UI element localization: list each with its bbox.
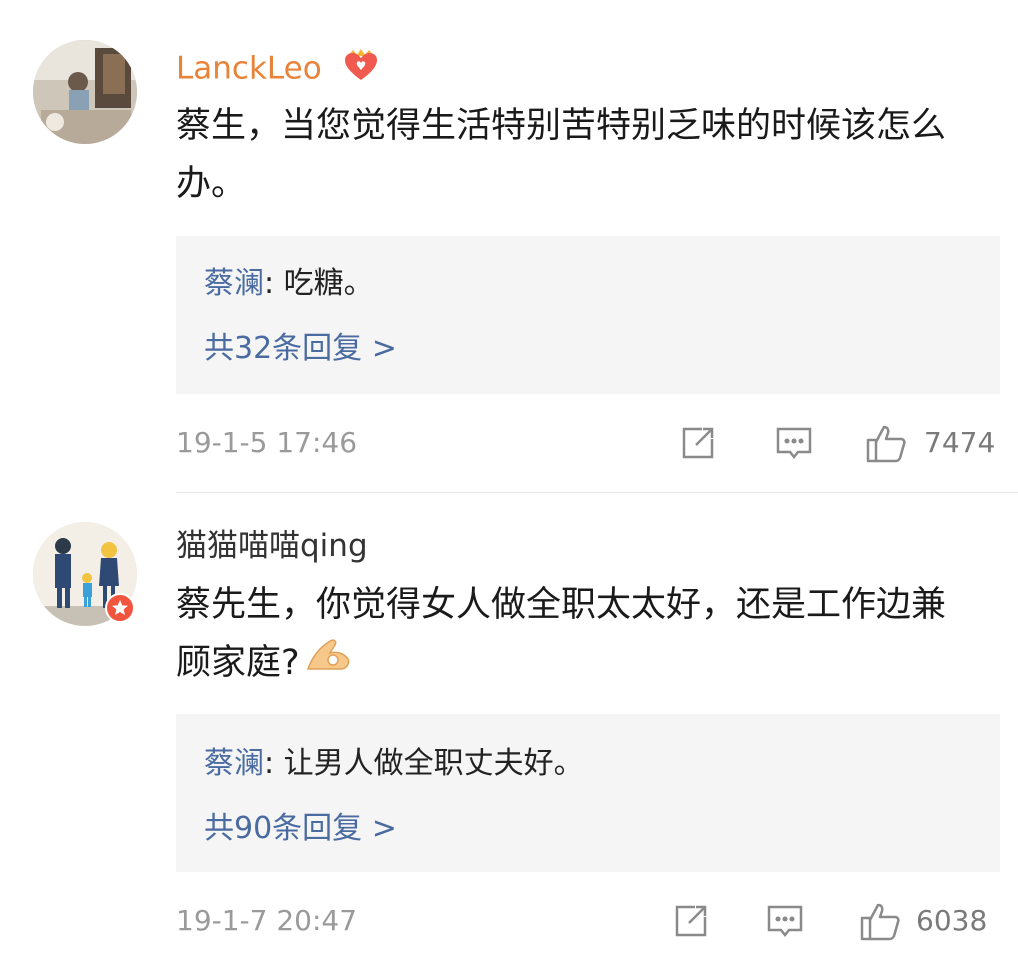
username[interactable]: LanckLeo ♥ bbox=[176, 46, 380, 94]
reply-count-link[interactable]: 共32条回复 > bbox=[204, 329, 397, 369]
reply-line: 蔡澜: 让男人做全职丈夫好。 bbox=[204, 744, 584, 784]
avatar[interactable] bbox=[33, 40, 137, 144]
reply-author[interactable]: 蔡澜 bbox=[204, 266, 264, 301]
verified-star-badge-icon bbox=[105, 593, 135, 623]
reply-line: 蔡澜: 吃糖。 bbox=[204, 264, 374, 304]
username-text: LanckLeo bbox=[176, 50, 322, 87]
reply-separator: : bbox=[264, 266, 284, 301]
svg-text:♥: ♥ bbox=[355, 59, 366, 73]
comment-text-content: 蔡先生，你觉得女人做全职太太好，还是工作边兼顾家庭? bbox=[176, 585, 947, 683]
timestamp: 19-1-7 20:47 bbox=[176, 904, 358, 937]
reply-text: 吃糖。 bbox=[283, 266, 374, 301]
like-icon[interactable] bbox=[864, 421, 908, 465]
comment-icon[interactable] bbox=[774, 423, 814, 463]
comment-text: 蔡生，当您觉得生活特别苦特别乏味的时候该怎么办。 bbox=[176, 106, 947, 204]
reply-box[interactable]: 蔡澜: 让男人做全职丈夫好。 共90条回复 > bbox=[176, 714, 1000, 872]
like-count: 7474 bbox=[924, 426, 996, 459]
comment-icon[interactable] bbox=[765, 901, 805, 941]
reply-box[interactable]: 蔡澜: 吃糖。 共32条回复 > bbox=[176, 236, 1000, 394]
share-icon[interactable] bbox=[678, 423, 718, 463]
reply-text: 让男人做全职丈夫好。 bbox=[283, 746, 584, 781]
reply-count-link[interactable]: 共90条回复 > bbox=[204, 809, 397, 849]
username[interactable]: 猫猫喵喵qing bbox=[176, 526, 368, 566]
reply-author[interactable]: 蔡澜 bbox=[204, 746, 264, 781]
comment-text: 蔡先生，你觉得女人做全职太太好，还是工作边兼顾家庭? bbox=[176, 576, 976, 693]
like-icon[interactable] bbox=[858, 899, 902, 943]
share-icon[interactable] bbox=[671, 901, 711, 941]
timestamp: 19-1-5 17:46 bbox=[176, 426, 358, 459]
reply-separator: : bbox=[264, 746, 284, 781]
ok-hand-emoji-icon bbox=[304, 635, 352, 693]
username-text: 猫猫喵喵qing bbox=[176, 528, 368, 564]
like-count: 6038 bbox=[916, 904, 988, 937]
divider bbox=[176, 492, 1018, 493]
vip-heart-crown-icon: ♥ bbox=[342, 46, 380, 94]
